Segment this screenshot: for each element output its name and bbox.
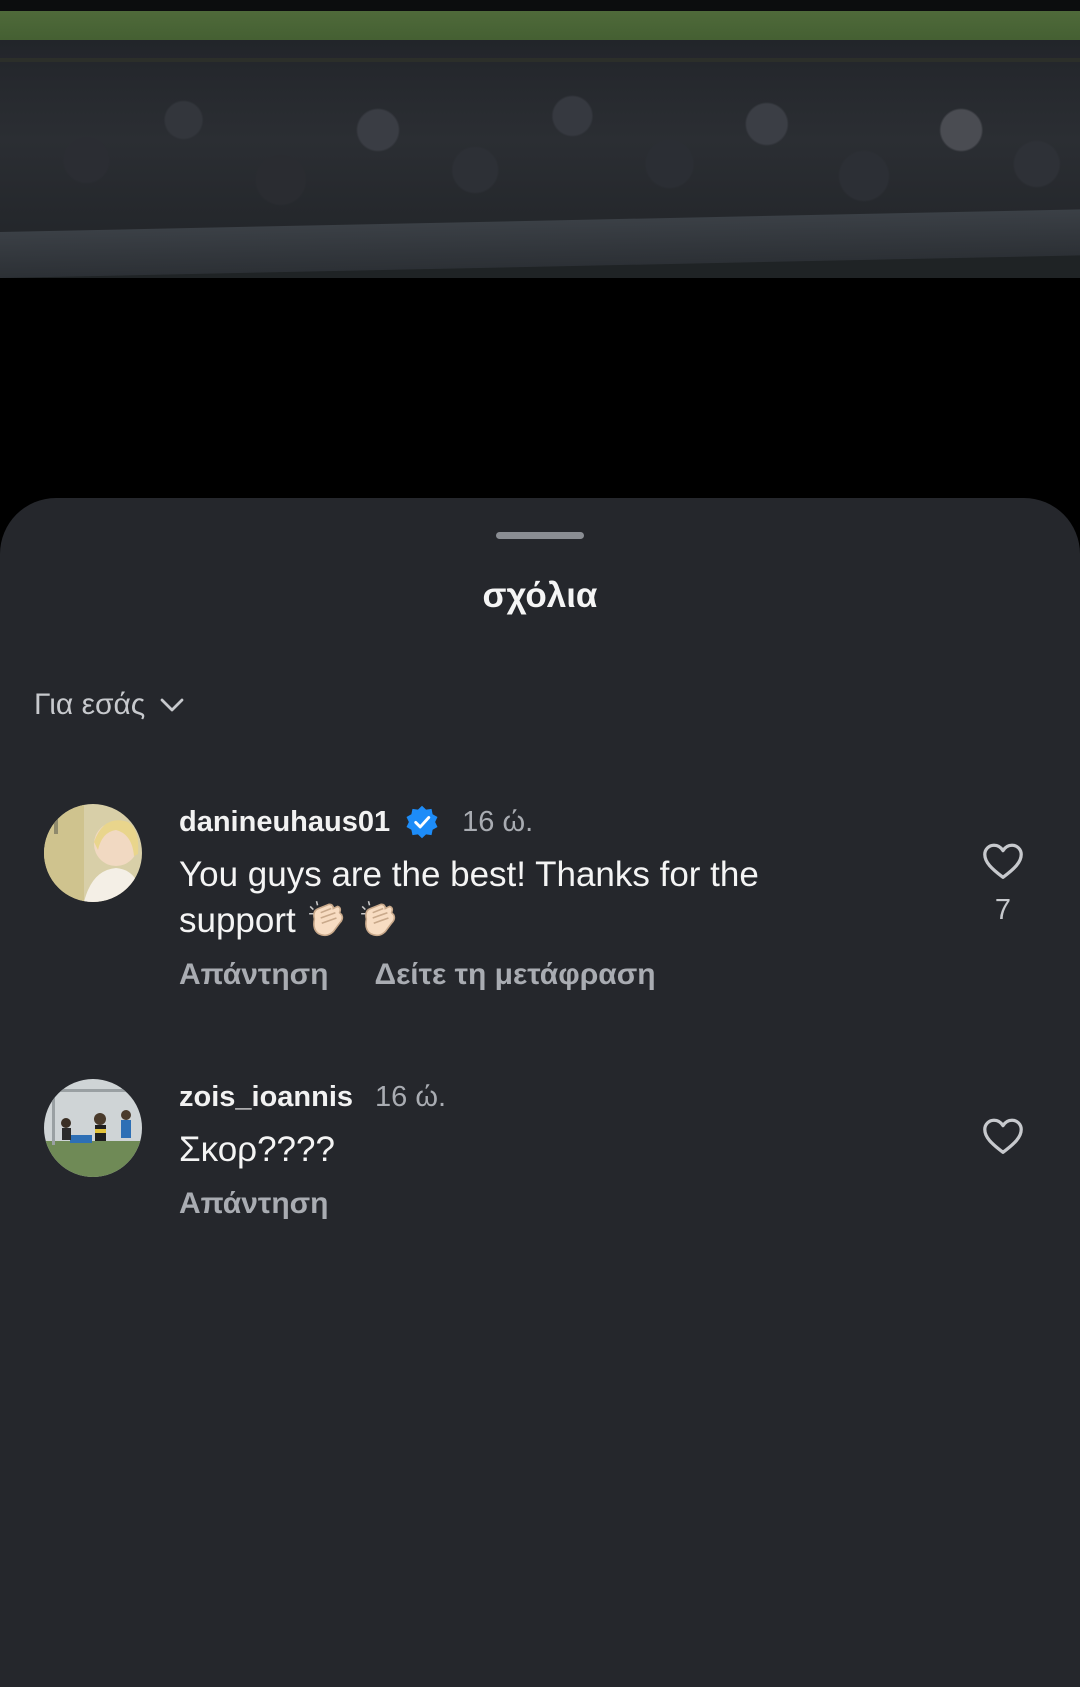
chevron-down-icon xyxy=(160,698,184,712)
comment-text: You guys are the best! Thanks for the su… xyxy=(179,852,879,944)
like-button[interactable] xyxy=(976,1113,1030,1159)
comment-text: Σκορ???? xyxy=(179,1130,335,1169)
verified-badge-icon xyxy=(406,805,438,839)
media-crowd xyxy=(0,40,1080,240)
comment-body: danineuhaus01 16 ώ. You guys are the bes… xyxy=(179,800,879,992)
clapping-hands-icon xyxy=(360,900,395,937)
like-count: 7 xyxy=(994,894,1012,926)
sort-dropdown[interactable]: Για εσάς xyxy=(34,688,187,722)
sheet-drag-handle[interactable] xyxy=(496,532,584,539)
like-button[interactable]: 7 xyxy=(976,838,1030,927)
reply-button[interactable]: Απάντηση xyxy=(179,958,329,992)
sheet-title: σχόλια xyxy=(482,576,598,615)
avatar[interactable] xyxy=(44,1079,142,1177)
status-bar-strip xyxy=(0,0,1080,11)
post-media[interactable] xyxy=(0,0,1080,278)
comment-body: zois_ioannis 16 ώ. Σκορ???? Απάντηση xyxy=(179,1075,879,1221)
sort-label: Για εσάς xyxy=(34,688,146,721)
media-fence xyxy=(0,58,1080,62)
comment-timestamp: 16 ώ. xyxy=(375,1080,447,1113)
comment-text-line2: support xyxy=(179,901,296,940)
screen: σχόλια Για εσάς danineuhaus01 16 ώ. You … xyxy=(0,0,1080,1687)
comment-text-line1: You guys are the best! Thanks for the xyxy=(179,855,759,894)
comments-sheet: σχόλια Για εσάς danineuhaus01 16 ώ. You … xyxy=(0,498,1080,1687)
comment-timestamp: 16 ώ. xyxy=(462,805,534,838)
reply-button[interactable]: Απάντηση xyxy=(179,1187,329,1221)
clapping-hands-icon xyxy=(308,900,343,937)
comment-username[interactable]: zois_ioannis xyxy=(179,1081,353,1114)
heart-icon xyxy=(983,1118,1023,1154)
avatar[interactable] xyxy=(44,804,142,902)
comment-username[interactable]: danineuhaus01 xyxy=(179,806,390,839)
heart-icon xyxy=(983,843,1023,879)
see-translation-button[interactable]: Δείτε τη μετάφραση xyxy=(375,958,656,992)
